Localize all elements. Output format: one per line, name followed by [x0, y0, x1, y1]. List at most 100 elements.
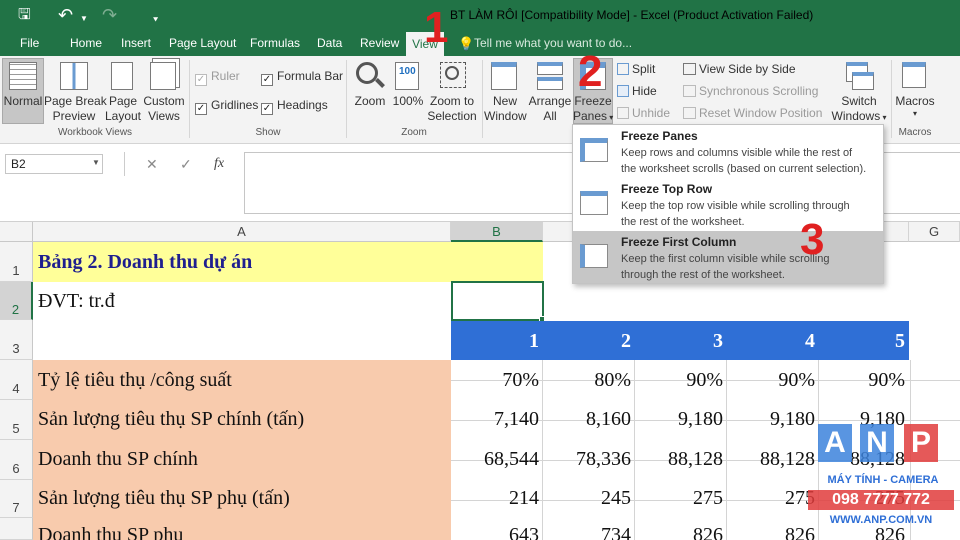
year-header-1[interactable]: 1: [451, 330, 543, 353]
step-3-marker: 3: [800, 215, 825, 264]
lightbulb-icon: 💡: [458, 36, 475, 51]
page-break-preview-button[interactable]: Page Break: [44, 94, 107, 109]
arrange-all-button[interactable]: Arrange: [526, 94, 574, 109]
ruler-checkbox[interactable]: ✓ Ruler: [195, 69, 240, 86]
tab-page-layout[interactable]: Page Layout: [169, 36, 236, 50]
tab-data[interactable]: Data: [317, 36, 342, 50]
row-label[interactable]: Doanh thu SP chính: [38, 448, 448, 471]
data-cell[interactable]: 7,140: [451, 408, 543, 431]
cell-b2-selected[interactable]: [451, 281, 544, 321]
data-cell[interactable]: 275: [727, 487, 819, 510]
menu-item-freeze-top-row[interactable]: Freeze Top Row: [621, 182, 712, 196]
year-header-2[interactable]: 2: [543, 330, 635, 353]
row-header-3[interactable]: 3: [0, 320, 33, 360]
data-cell[interactable]: 826: [727, 524, 819, 540]
data-cell[interactable]: 88,128: [635, 448, 727, 471]
row-header-1[interactable]: 1: [0, 242, 33, 282]
data-cell[interactable]: 826: [635, 524, 727, 540]
tab-formulas[interactable]: Formulas: [250, 36, 300, 50]
tab-review[interactable]: Review: [360, 36, 399, 50]
data-cell[interactable]: 68,544: [451, 448, 543, 471]
row-label[interactable]: Sản lượng tiêu thụ SP phụ (tấn): [38, 487, 448, 510]
unhide-button[interactable]: Unhide: [632, 106, 670, 120]
split-button[interactable]: Split: [632, 62, 655, 76]
tab-insert[interactable]: Insert: [121, 36, 151, 50]
freeze-first-column-icon: [580, 244, 608, 268]
enter-icon[interactable]: ✓: [180, 156, 192, 173]
cancel-icon[interactable]: ✕: [146, 156, 158, 173]
row-header-4[interactable]: 4: [0, 360, 33, 400]
year-header-3[interactable]: 3: [635, 330, 727, 353]
data-cell[interactable]: 88,128: [727, 448, 819, 471]
zoom-to-selection-button[interactable]: Zoom to: [424, 94, 480, 109]
menu-item-freeze-panes[interactable]: Freeze Panes: [621, 129, 698, 143]
row-label[interactable]: Tỷ lệ tiêu thụ /công suất: [38, 369, 448, 392]
view-side-by-side-button[interactable]: View Side by Side: [699, 62, 796, 76]
data-cell[interactable]: 8,160: [543, 408, 635, 431]
insert-function-icon[interactable]: fx: [214, 156, 224, 172]
zoom-100-badge: 100: [399, 66, 416, 77]
data-cell[interactable]: 643: [451, 524, 543, 540]
tab-file[interactable]: File: [20, 36, 39, 50]
data-cell[interactable]: 78,336: [543, 448, 635, 471]
zoom-group-label: Zoom: [401, 127, 427, 138]
page-layout-button[interactable]: Page: [104, 94, 142, 109]
reset-position-icon: [683, 107, 696, 119]
macros-icon: [902, 62, 926, 88]
undo-dropdown-icon[interactable]: ▼: [80, 10, 88, 28]
data-cell[interactable]: 9,180: [635, 408, 727, 431]
data-cell[interactable]: 90%: [819, 369, 909, 392]
row-header-8[interactable]: [0, 518, 33, 540]
name-box[interactable]: B2: [5, 154, 103, 174]
data-cell[interactable]: 245: [543, 487, 635, 510]
zoom-100-button[interactable]: 100%: [390, 94, 426, 109]
name-box-dropdown-icon[interactable]: ▼: [92, 158, 100, 167]
tell-me-search[interactable]: Tell me what you want to do...: [474, 36, 632, 50]
select-all-corner[interactable]: [0, 222, 33, 242]
data-cell[interactable]: 80%: [543, 369, 635, 392]
column-header-g[interactable]: G: [909, 222, 960, 242]
data-cell[interactable]: 70%: [451, 369, 543, 392]
synchronous-scrolling-button[interactable]: Synchronous Scrolling: [699, 84, 818, 98]
new-window-icon: [491, 62, 517, 90]
row-header-2[interactable]: 2: [0, 282, 33, 320]
watermark-logo-n: N: [860, 424, 894, 462]
save-icon[interactable]: 🖫: [18, 6, 31, 24]
customize-qat-icon[interactable]: ⯆: [152, 11, 159, 29]
data-cell[interactable]: 826: [819, 524, 909, 540]
tab-home[interactable]: Home: [70, 36, 102, 50]
arrange-all-icon: [537, 62, 563, 75]
custom-views-button[interactable]: Custom: [142, 94, 186, 109]
freeze-top-row-icon: [580, 191, 608, 215]
data-cell[interactable]: 734: [543, 524, 635, 540]
row-label[interactable]: Sản lượng tiêu thụ SP chính (tấn): [38, 408, 448, 431]
data-cell[interactable]: 90%: [635, 369, 727, 392]
cell-a2-unit[interactable]: ĐVT: tr.đ: [33, 282, 451, 320]
gridlines-checkbox[interactable]: ✓ Gridlines: [195, 98, 258, 115]
undo-icon[interactable]: ↶: [58, 6, 73, 24]
reset-window-position-button[interactable]: Reset Window Position: [699, 106, 822, 120]
new-window-button[interactable]: New: [484, 94, 526, 109]
group-separator: [482, 60, 483, 138]
zoom-button[interactable]: Zoom: [350, 94, 390, 109]
switch-windows-button[interactable]: Switch: [830, 94, 888, 109]
row-header-5[interactable]: 5: [0, 400, 33, 440]
row-label[interactable]: Doanh thu SP phụ: [38, 524, 448, 540]
headings-checkbox[interactable]: ✓ Headings: [261, 98, 328, 115]
formula-bar-checkbox[interactable]: ✓ Formula Bar: [261, 69, 343, 86]
redo-icon[interactable]: ↷: [102, 6, 117, 24]
menu-item-freeze-first-column[interactable]: Freeze First Column: [621, 235, 736, 249]
data-cell[interactable]: 275: [635, 487, 727, 510]
data-cell[interactable]: 214: [451, 487, 543, 510]
hide-button[interactable]: Hide: [632, 84, 657, 98]
cell-a1-title[interactable]: Bảng 2. Doanh thu dự án: [33, 242, 543, 282]
year-header-5[interactable]: 5: [819, 330, 909, 353]
row-header-7[interactable]: 7: [0, 480, 33, 518]
column-header-a[interactable]: A: [33, 222, 451, 242]
data-cell[interactable]: 90%: [727, 369, 819, 392]
column-header-b[interactable]: B: [451, 222, 543, 242]
macros-dropdown-icon[interactable]: ▾: [893, 106, 937, 121]
year-header-4[interactable]: 4: [727, 330, 819, 353]
row-header-6[interactable]: 6: [0, 440, 33, 480]
data-cell[interactable]: 9,180: [727, 408, 819, 431]
